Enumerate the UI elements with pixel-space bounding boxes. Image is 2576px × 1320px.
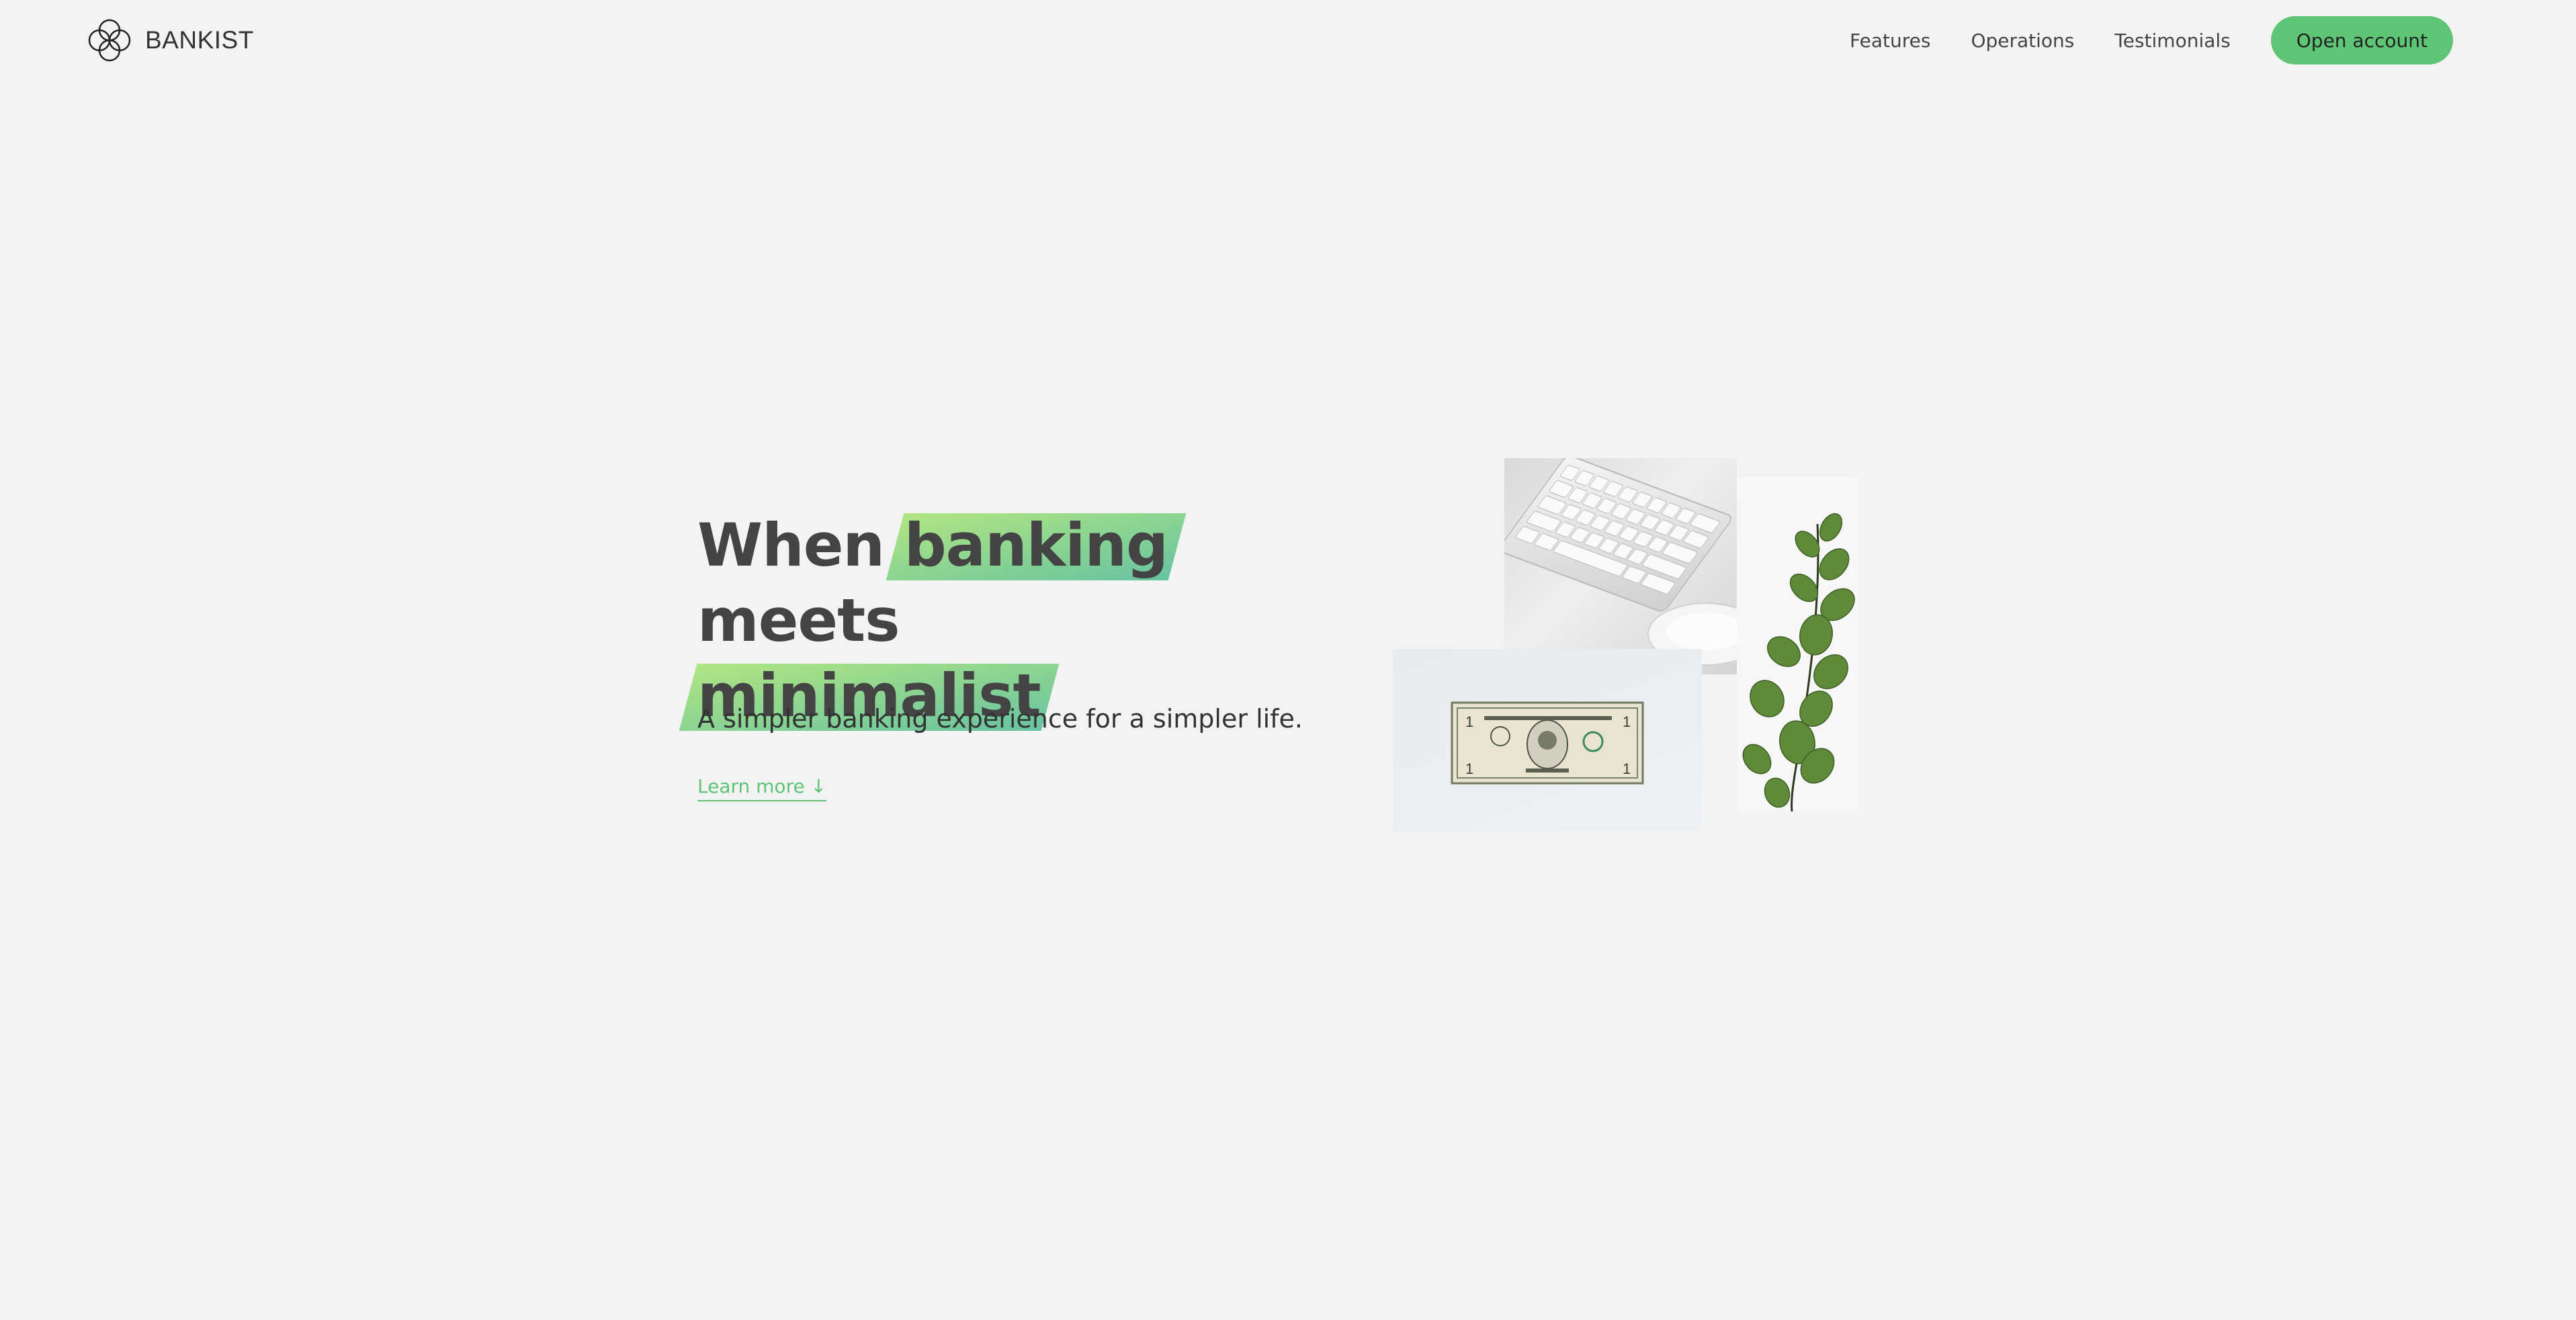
open-account-button[interactable]: Open account	[2270, 16, 2453, 64]
dollar-bill-image: 1 1 1 1	[1393, 649, 1702, 832]
brand-name: BANKIST	[145, 26, 254, 54]
svg-text:1: 1	[1623, 760, 1631, 777]
svg-text:1: 1	[1465, 760, 1473, 777]
hero-title-word-meets: meets	[697, 586, 900, 655]
top-navigation: BANKIST Features Operations Testimonials…	[0, 0, 2561, 81]
svg-text:1: 1	[1623, 713, 1631, 730]
nav-link-features[interactable]: Features	[1850, 30, 1930, 52]
brand-logo[interactable]: BANKIST	[86, 16, 254, 64]
hero-title: When banking meets minimalist	[697, 508, 1369, 734]
hero-title-highlight-banking: banking	[904, 508, 1168, 583]
svg-text:1: 1	[1465, 713, 1473, 730]
hero-illustration: 1 1 1 1	[1393, 457, 1858, 833]
learn-more-link[interactable]: Learn more ↓	[697, 775, 827, 801]
hero-subtitle: A simpler banking experience for a simpl…	[697, 704, 1303, 734]
nav-links: Features Operations Testimonials Open ac…	[1850, 16, 2453, 64]
hero-title-word-when: When	[697, 511, 885, 580]
keyboard-mouse-image	[1504, 458, 1737, 674]
four-circle-logo-icon	[88, 19, 131, 62]
nav-link-operations[interactable]: Operations	[1971, 30, 2074, 52]
eucalyptus-plant-image	[1737, 477, 1858, 812]
nav-link-testimonials[interactable]: Testimonials	[2114, 30, 2230, 52]
